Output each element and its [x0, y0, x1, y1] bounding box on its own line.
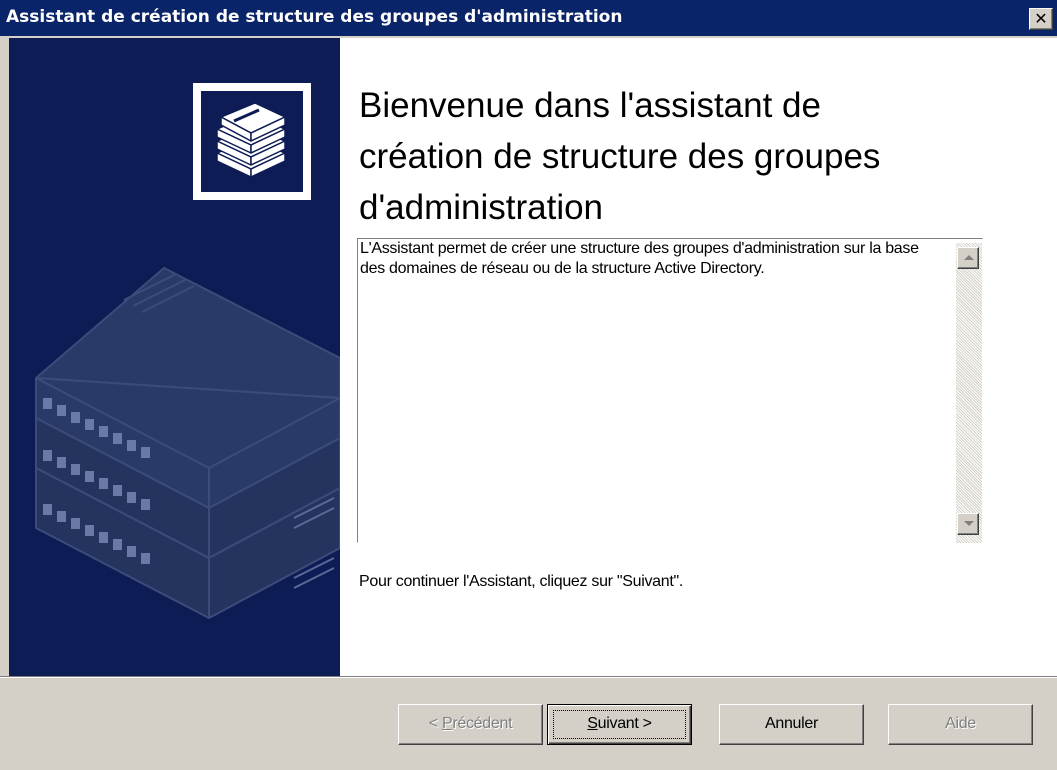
window-title: Assistant de création de structure des g… — [6, 7, 623, 27]
cancel-button[interactable]: Annuler — [719, 704, 864, 745]
cancel-button-label: Annuler — [764, 715, 819, 732]
wizard-sidebar — [9, 38, 340, 676]
close-icon: ✕ — [1034, 9, 1048, 28]
description-textbox[interactable]: L'Assistant permet de créer une structur… — [357, 238, 983, 543]
scroll-down-button[interactable] — [957, 513, 979, 535]
page-title: Bienvenue dans l'assistant de création d… — [359, 86, 881, 227]
vertical-scrollbar[interactable] — [956, 243, 982, 543]
close-button[interactable]: ✕ — [1029, 8, 1053, 30]
help-button-label: Aide — [945, 715, 976, 732]
next-button[interactable]: Suivant > — [547, 704, 692, 745]
continue-hint: Pour continuer l'Assistant, cliquez sur … — [359, 573, 684, 590]
arrow-down-icon — [964, 521, 974, 526]
description-text: L'Assistant permet de créer une structur… — [360, 240, 919, 277]
arrow-up-icon — [964, 255, 974, 260]
scroll-up-button[interactable] — [957, 247, 979, 269]
footer-divider-highlight — [0, 677, 1057, 678]
title-bar[interactable]: Assistant de création de structure des g… — [0, 0, 1057, 36]
back-button-label: < Précédent — [428, 715, 513, 732]
wizard-window: Assistant de création de structure des g… — [0, 0, 1057, 770]
wizard-logo-frame — [193, 83, 311, 200]
wizard-content: Bienvenue dans l'assistant de création d… — [340, 38, 1057, 676]
back-button[interactable]: < Précédent — [398, 704, 543, 745]
help-button[interactable]: Aide — [888, 704, 1033, 745]
stacked-servers-icon — [201, 91, 303, 192]
next-button-label: Suivant > — [587, 715, 652, 732]
